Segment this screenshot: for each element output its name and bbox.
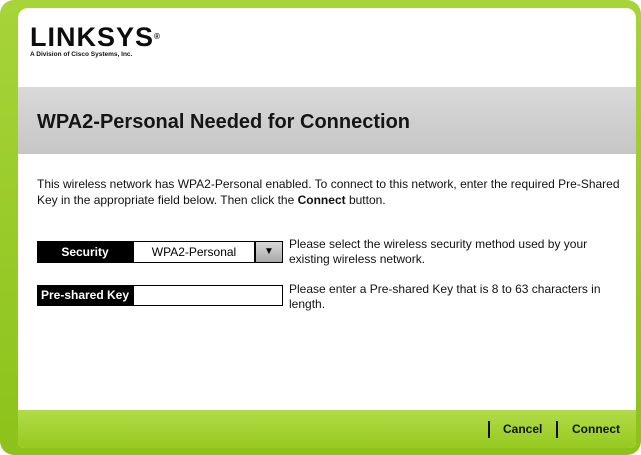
preshared-key-input[interactable] xyxy=(133,285,283,306)
security-select[interactable]: Security WPA2-Personal ▼ xyxy=(37,241,283,263)
description-connect-word: Connect xyxy=(297,193,346,207)
window-frame: LINKSYS® A Division of Cisco Systems, In… xyxy=(0,0,641,455)
security-value[interactable]: WPA2-Personal xyxy=(133,241,255,263)
connect-button[interactable]: Connect xyxy=(572,421,620,438)
footer-bar: Cancel Connect xyxy=(18,410,636,448)
title-band: WPA2-Personal Needed for Connection xyxy=(18,87,636,154)
trademark-symbol: ® xyxy=(154,32,161,41)
brand-name: LINKSYS xyxy=(30,22,155,52)
page-title: WPA2-Personal Needed for Connection xyxy=(37,111,411,133)
brand-tagline: A Division of Cisco Systems, Inc. xyxy=(30,51,133,58)
dropdown-arrow-icon[interactable]: ▼ xyxy=(255,241,283,263)
page-description: This wireless network has WPA2-Personal … xyxy=(37,176,622,208)
preshared-key-label: Pre-shared Key xyxy=(37,285,133,306)
brand-logo: LINKSYS® A Division of Cisco Systems, In… xyxy=(30,22,161,59)
description-text-end: button. xyxy=(345,193,386,207)
preshared-key-help-text: Please enter a Pre-shared Key that is 8 … xyxy=(289,282,601,311)
security-help-text: Please select the wireless security meth… xyxy=(289,237,588,266)
separator xyxy=(488,421,490,438)
separator xyxy=(556,421,558,438)
preshared-key-row: Pre-shared Key xyxy=(37,285,283,306)
security-label: Security xyxy=(37,241,133,263)
cancel-button[interactable]: Cancel xyxy=(503,421,542,438)
dialog-body: LINKSYS® A Division of Cisco Systems, In… xyxy=(18,8,636,448)
